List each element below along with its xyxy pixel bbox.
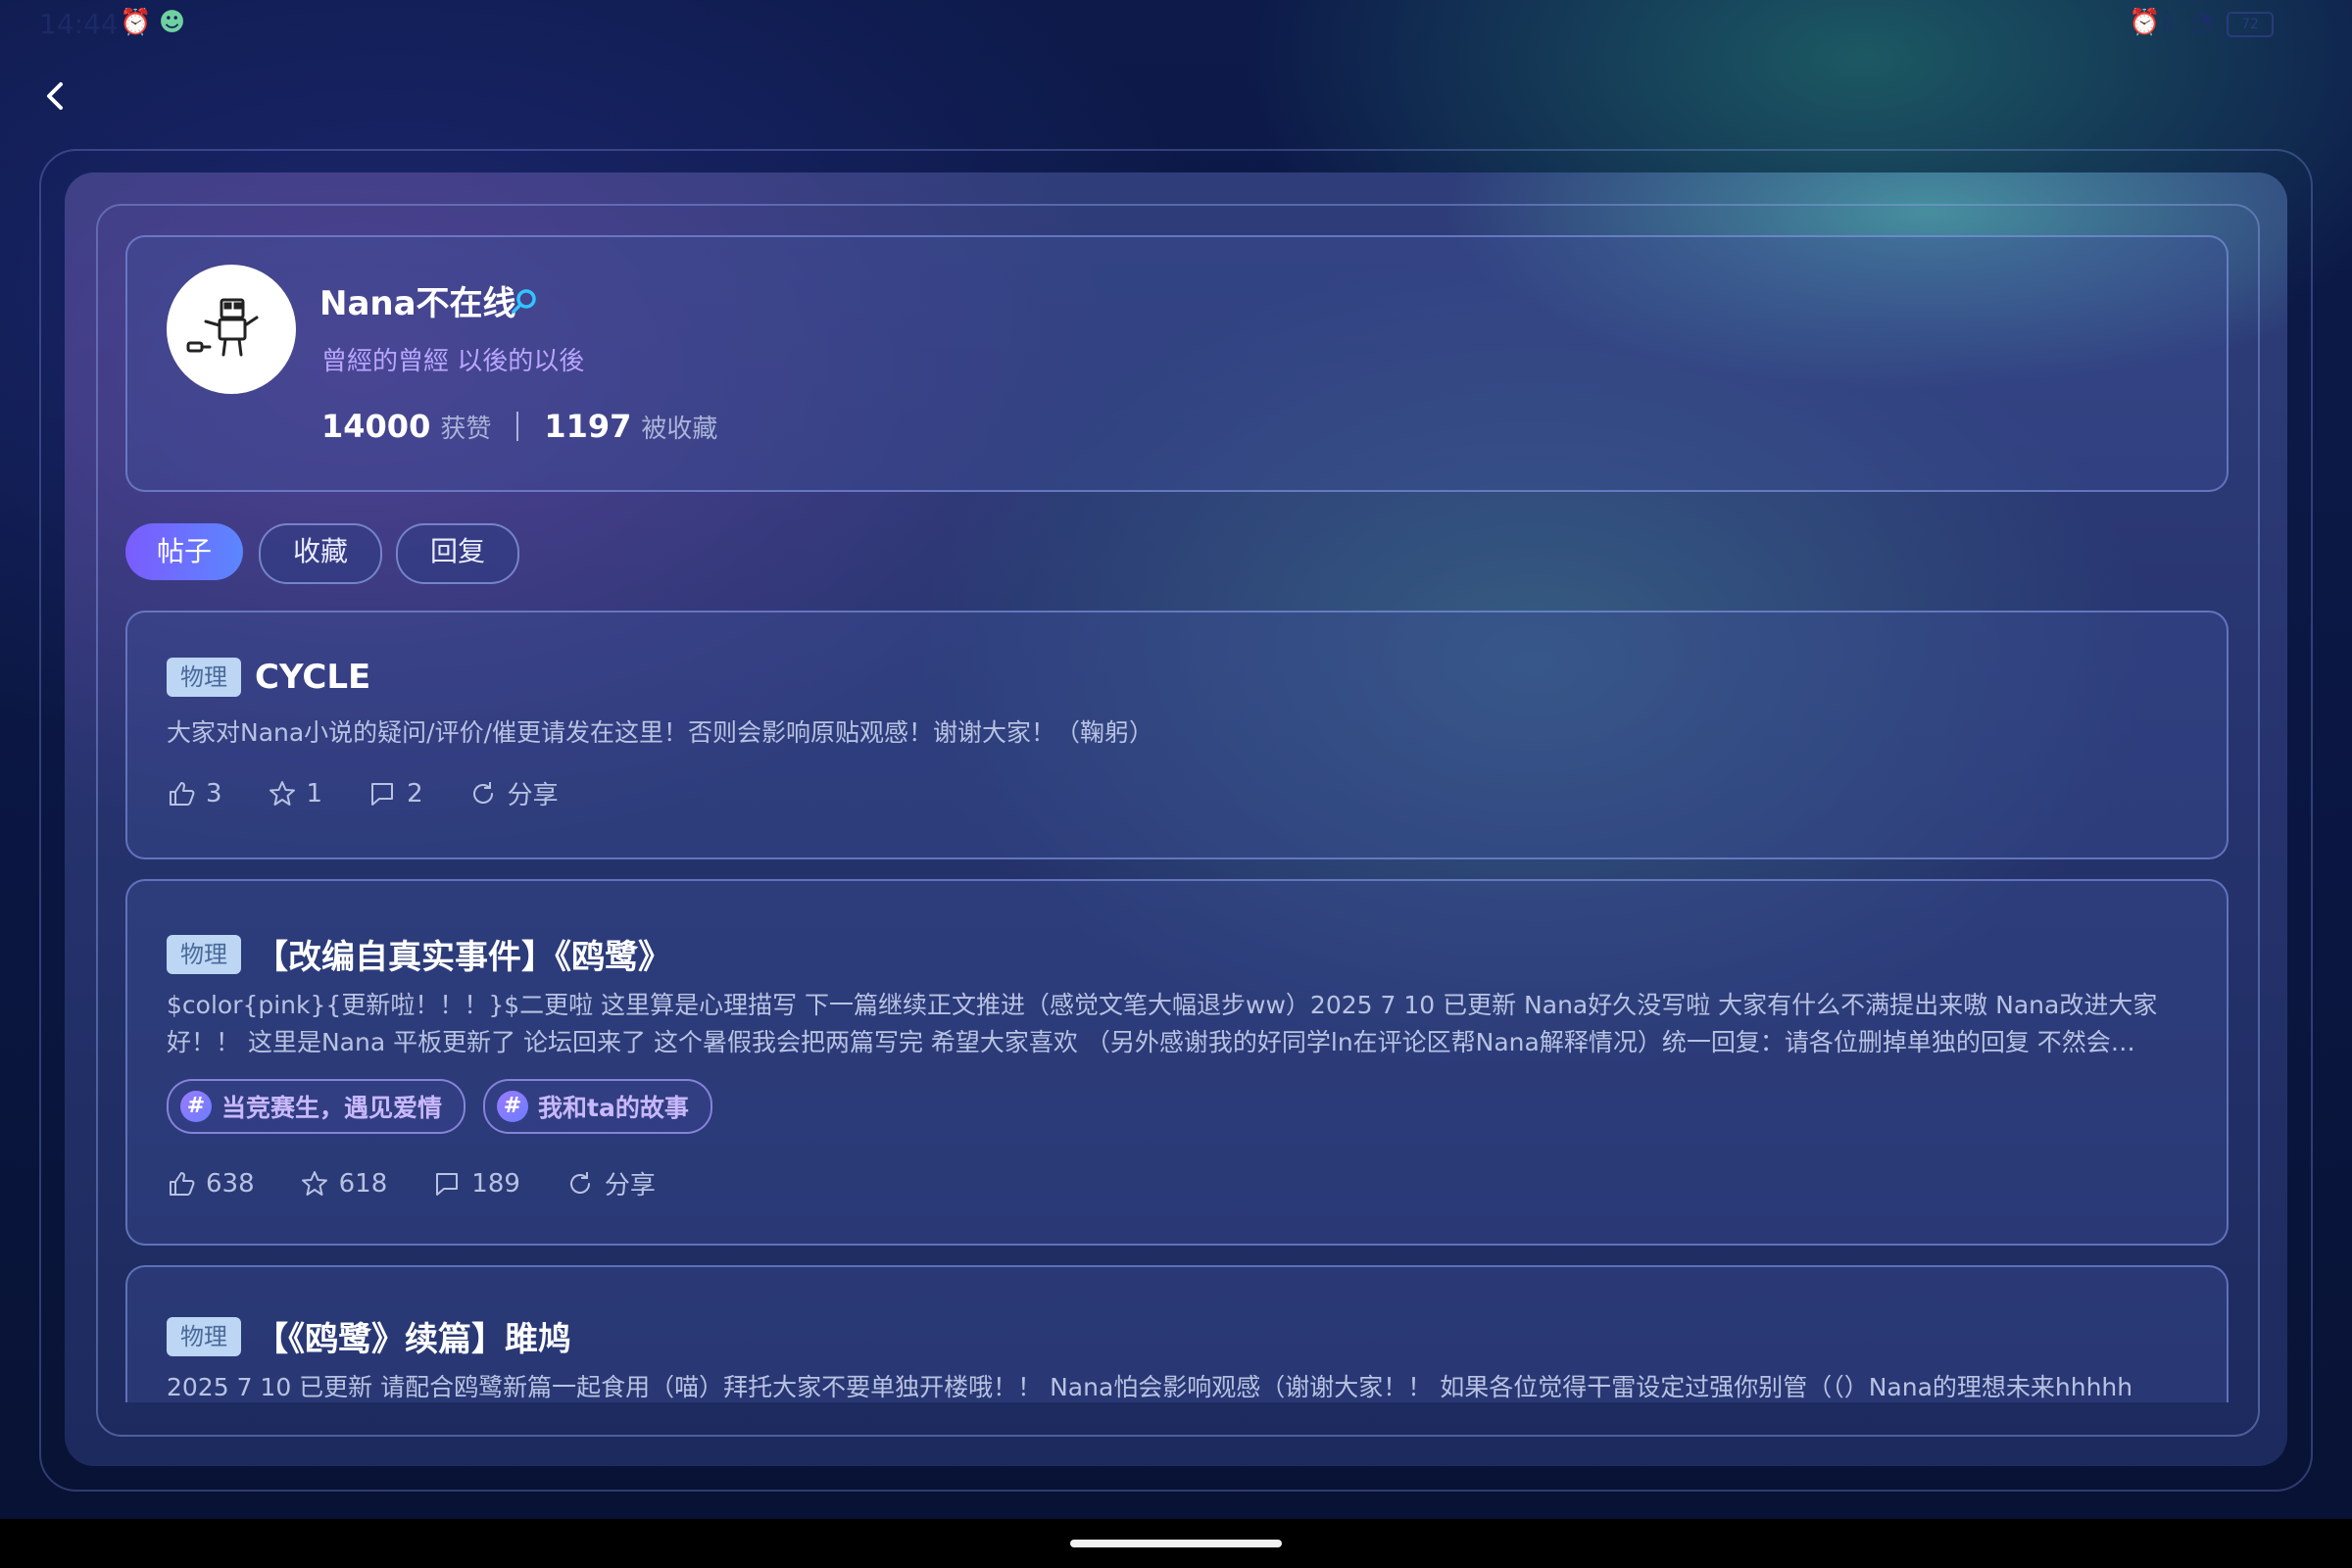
profile-bio: 曾經的曾經 以後的以後 [321, 347, 585, 376]
post-actions: 3 1 2 分享 [167, 775, 604, 811]
star-button[interactable]: 1 [268, 778, 323, 808]
status-bar: 14:44 ⏰ ☻ ⏰ ᛒ ◔ 72 [0, 0, 2352, 47]
post-title: 【《鸥鹭》续篇】雎鸠 [255, 1320, 571, 1359]
post-excerpt: 大家对Nana小说的疑问/评价/催更请发在这里！否则会影响原贴观感！谢谢大家！（… [167, 718, 1154, 747]
comment-icon [371, 782, 394, 806]
category-tag: 物理 [167, 934, 241, 974]
wifi-icon: ◔ [2191, 8, 2214, 37]
post-card[interactable]: 物理 【《鸥鹭》续篇】雎鸠 2025 7 10 已更新 请配合鸥鹭新篇一起食用（… [125, 1265, 2229, 1402]
hashtag-icon: # [180, 1091, 212, 1122]
post-header: 物理 【《鸥鹭》续篇】雎鸠 [167, 1312, 571, 1360]
post-clip: 物理 【《鸥鹭》续篇】雎鸠 2025 7 10 已更新 请配合鸥鹭新篇一起食用（… [96, 1265, 2256, 1402]
alarm-icon: ⏰ [2129, 8, 2161, 37]
stats-divider [516, 412, 519, 441]
share-label: 分享 [604, 1171, 656, 1200]
star-count: 618 [338, 1168, 388, 1199]
share-icon [569, 1171, 590, 1194]
like-count: 638 [206, 1168, 255, 1199]
like-button[interactable]: 638 [167, 1169, 255, 1199]
star-icon [269, 780, 295, 806]
comment-count: 2 [407, 778, 423, 808]
post-card[interactable]: 物理 【改编自真实事件】《鸥鹭》 $color{pink}{更新啦！！！}$二更… [125, 879, 2229, 1246]
post-header: 物理 CYCLE [167, 658, 370, 697]
topic-label: 我和ta的故事 [538, 1094, 689, 1122]
comment-button[interactable]: 189 [432, 1169, 520, 1199]
bluetooth-icon: ᛒ [2160, 8, 2176, 37]
hashtag-icon: # [497, 1091, 529, 1122]
tab-replies[interactable]: 回复 [396, 523, 519, 584]
topic-chip[interactable]: # 我和ta的故事 [483, 1079, 712, 1134]
app-notification-icon: ☻ [159, 8, 186, 37]
topic-label: 当竞赛生，遇见爱情 [221, 1094, 443, 1122]
thumbs-up-icon [170, 1171, 195, 1196]
profile-stats: 14000 获赞 1197 被收藏 [321, 404, 717, 449]
comment-button[interactable]: 2 [368, 779, 423, 808]
star-icon [301, 1170, 327, 1196]
post-excerpt: $color{pink}{更新啦！！！}$二更啦 这里算是心理描写 下一篇继续正… [167, 991, 2158, 1056]
alarm-icon: ⏰ [120, 8, 152, 37]
thumbs-up-icon [170, 781, 195, 806]
like-count: 3 [206, 778, 222, 808]
tab-favorites[interactable]: 收藏 [259, 523, 382, 584]
likes-label: 获赞 [440, 414, 492, 444]
post-actions: 638 618 189 分享 [167, 1165, 701, 1201]
category-tag: 物理 [167, 658, 241, 697]
post-card[interactable]: 物理 CYCLE 大家对Nana小说的疑问/评价/催更请发在这里！否则会影响原贴… [125, 611, 2229, 859]
post-header: 物理 【改编自真实事件】《鸥鹭》 [167, 930, 671, 978]
back-button[interactable] [35, 73, 74, 120]
star-button[interactable]: 618 [300, 1168, 388, 1199]
share-button[interactable]: 分享 [468, 775, 559, 811]
share-button[interactable]: 分享 [565, 1165, 656, 1201]
share-label: 分享 [507, 781, 559, 810]
comment-icon [436, 1172, 459, 1196]
like-button[interactable]: 3 [167, 779, 222, 808]
favorites-count: 1197 [544, 408, 632, 445]
tab-posts[interactable]: 帖子 [125, 523, 243, 580]
favorites-label: 被收藏 [641, 414, 718, 444]
likes-count: 14000 [321, 408, 431, 445]
share-icon [472, 781, 493, 804]
topic-list: # 当竞赛生，遇见爱情 # 我和ta的故事 [167, 1079, 730, 1134]
post-excerpt: 2025 7 10 已更新 请配合鸥鹭新篇一起食用（喵）拜托大家不要单独开楼哦！… [167, 1373, 2133, 1401]
star-count: 1 [306, 778, 323, 808]
robot-avatar-icon [186, 298, 259, 357]
comment-count: 189 [471, 1168, 520, 1199]
topic-chip[interactable]: # 当竞赛生，遇见爱情 [167, 1079, 466, 1134]
post-title: 【改编自真实事件】《鸥鹭》 [255, 938, 671, 977]
post-title: CYCLE [255, 658, 371, 697]
home-indicator[interactable] [1070, 1540, 1282, 1547]
category-tag: 物理 [167, 1316, 241, 1356]
chevron-left-icon [47, 82, 63, 110]
search-badge-icon[interactable] [510, 286, 539, 316]
battery-icon: 72 [2227, 12, 2274, 37]
status-time: 14:44 [39, 8, 119, 40]
avatar[interactable] [167, 265, 296, 394]
profile-name: Nana不在线 [319, 284, 516, 323]
